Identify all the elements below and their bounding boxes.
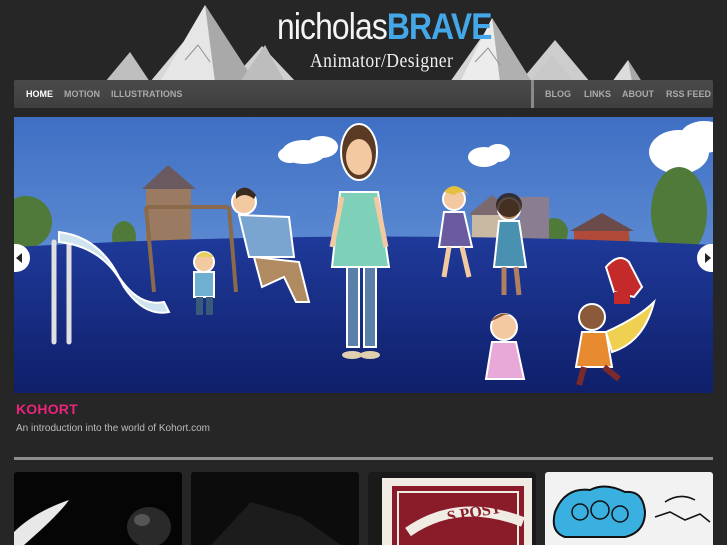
thumbnail-4[interactable]	[545, 472, 713, 545]
featured-slide[interactable]	[14, 117, 713, 393]
nav-item-links[interactable]: LINKS	[584, 80, 611, 108]
logo-first-name: nicholas	[277, 6, 388, 47]
thumbnail-4-image	[545, 472, 713, 545]
main-nav: HOME MOTION ILLUSTRATIONS BLOG LINKS ABO…	[14, 80, 713, 108]
site-logo[interactable]: nicholasBRAVE	[277, 4, 492, 50]
thumbnail-3[interactable]: S.POST	[368, 472, 536, 545]
thumbnail-1-image	[14, 472, 182, 545]
thumbnail-2-image	[191, 472, 359, 545]
logo-last-name: BRAVE	[386, 6, 493, 47]
nav-item-motion[interactable]: MOTION	[64, 80, 100, 108]
nav-divider	[531, 80, 534, 108]
site-header: nicholasBRAVE Animator/Designer	[0, 0, 727, 82]
thumbnail-3-image: S.POST	[368, 472, 536, 545]
slide-description: An introduction into the world of Kohort…	[16, 423, 210, 434]
chevron-left-icon	[16, 253, 22, 263]
thumbnail-2[interactable]	[191, 472, 359, 545]
site-tagline: Animator/Designer	[310, 50, 454, 72]
nav-item-home[interactable]: HOME	[26, 80, 53, 108]
featured-slide-image	[14, 117, 713, 393]
section-divider	[14, 457, 713, 460]
thumbnail-1[interactable]	[14, 472, 182, 545]
slide-title[interactable]: KOHORT	[16, 401, 78, 417]
nav-item-about[interactable]: ABOUT	[622, 80, 654, 108]
nav-item-blog[interactable]: BLOG	[545, 80, 571, 108]
chevron-right-icon	[705, 253, 711, 263]
nav-item-rss-feed[interactable]: RSS FEED	[666, 80, 711, 108]
nav-item-illustrations[interactable]: ILLUSTRATIONS	[111, 80, 182, 108]
